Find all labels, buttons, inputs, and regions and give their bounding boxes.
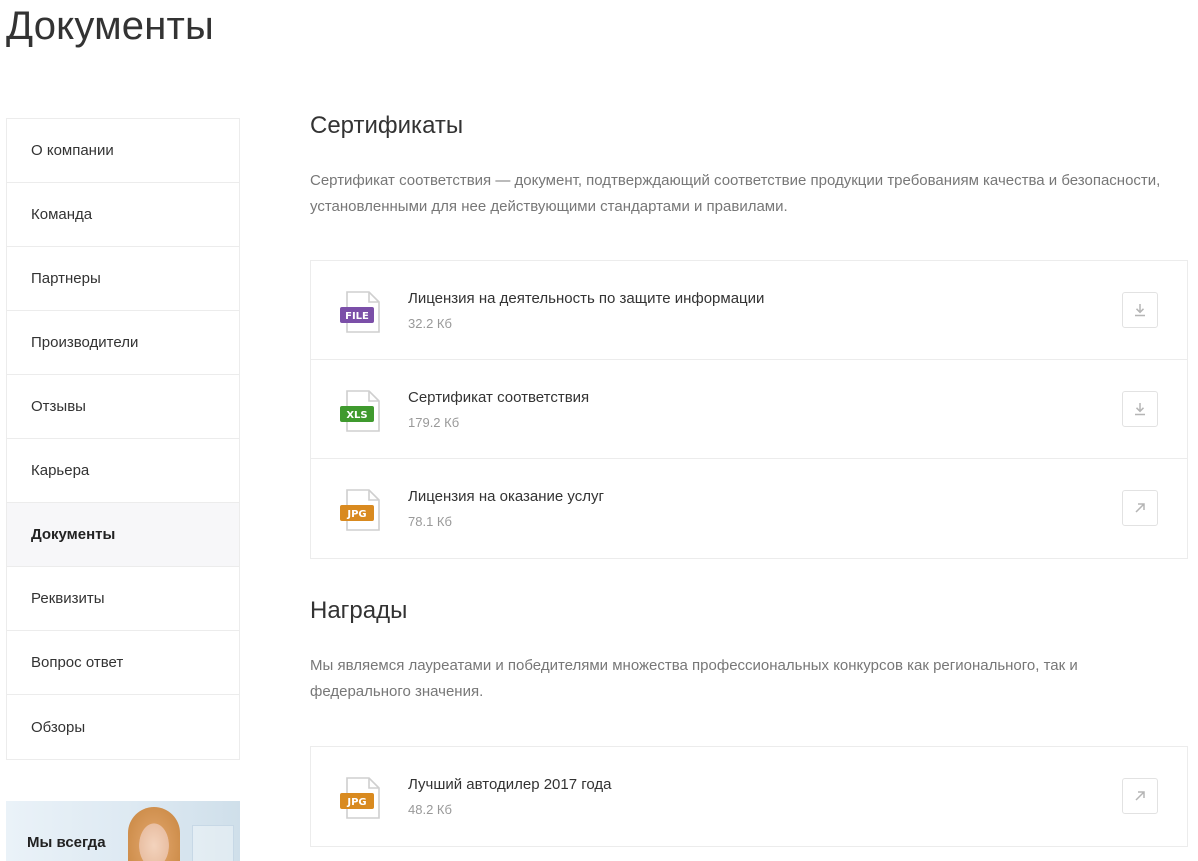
- sidebar-item-career[interactable]: Карьера: [7, 439, 239, 503]
- sidebar-menu: О компании Команда Партнеры Производител…: [6, 118, 240, 760]
- sidebar-item-requisites[interactable]: Реквизиты: [7, 567, 239, 631]
- open-link-button[interactable]: [1122, 778, 1158, 814]
- promo-person-image: [128, 807, 180, 861]
- sidebar-item-label: Команда: [31, 206, 93, 223]
- document-row: XLS Сертификат соответствия 179.2 Кб: [311, 360, 1187, 459]
- section-title-certificates: Сертификаты: [310, 112, 464, 139]
- section-description-awards: Мы являемся лауреатами и победителями мн…: [310, 657, 1078, 700]
- sidebar-item-manufacturers[interactable]: Производители: [7, 311, 239, 375]
- document-size: 32.2 Кб: [408, 316, 452, 331]
- promo-banner[interactable]: Мы всегда: [6, 801, 240, 861]
- sidebar-item-label: Документы: [31, 526, 116, 543]
- document-name[interactable]: Лицензия на деятельность по защите инфор…: [408, 290, 764, 307]
- sidebar-item-about[interactable]: О компании: [7, 119, 239, 183]
- external-link-icon: [1135, 791, 1145, 801]
- file-type-icon: JPG: [340, 777, 380, 819]
- sidebar-item-label: Отзывы: [31, 398, 86, 415]
- file-type-icon: FILE: [340, 291, 380, 333]
- document-size: 179.2 Кб: [408, 415, 460, 430]
- document-name[interactable]: Лицензия на оказание услуг: [408, 488, 604, 505]
- document-size: 78.1 Кб: [408, 514, 452, 529]
- document-list-certificates: FILE Лицензия на деятельность по защите …: [310, 260, 1188, 559]
- file-type-icon: JPG: [340, 489, 380, 531]
- document-name[interactable]: Сертификат соответствия: [408, 389, 589, 406]
- svg-text:JPG: JPG: [346, 797, 366, 808]
- document-row: JPG Лицензия на оказание услуг 78.1 Кб: [311, 459, 1187, 558]
- sidebar-item-faq[interactable]: Вопрос ответ: [7, 631, 239, 695]
- download-icon: [1135, 304, 1145, 317]
- sidebar-item-label: Обзоры: [31, 718, 86, 736]
- document-name[interactable]: Лучший автодилер 2017 года: [408, 776, 612, 793]
- external-link-icon: [1135, 503, 1145, 513]
- sidebar-item-documents[interactable]: Документы: [7, 503, 239, 567]
- download-button[interactable]: [1122, 391, 1158, 427]
- document-row: FILE Лицензия на деятельность по защите …: [311, 261, 1187, 360]
- svg-text:JPG: JPG: [346, 509, 366, 520]
- sidebar-item-label: О компании: [31, 142, 114, 159]
- download-button[interactable]: [1122, 292, 1158, 328]
- svg-text:FILE: FILE: [345, 311, 369, 322]
- page-title: Документы: [6, 4, 214, 48]
- sidebar-item-partners[interactable]: Партнеры: [7, 247, 239, 311]
- document-size: 48.2 Кб: [408, 802, 452, 817]
- section-description-certificates: Сертификат соответствия — документ, подт…: [310, 172, 1161, 215]
- sidebar-item-label: Карьера: [31, 462, 90, 479]
- file-type-icon: XLS: [340, 390, 380, 432]
- sidebar-item-label: Реквизиты: [31, 590, 105, 607]
- sidebar-item-team[interactable]: Команда: [7, 183, 239, 247]
- download-icon: [1135, 403, 1145, 416]
- promo-text: Мы всегда: [27, 834, 106, 851]
- promo-decoration: [192, 825, 234, 861]
- sidebar-item-overviews[interactable]: Обзоры: [7, 695, 239, 759]
- document-list-awards: JPG Лучший автодилер 2017 года 48.2 Кб: [310, 746, 1188, 847]
- sidebar-item-label: Производители: [31, 334, 139, 351]
- sidebar-item-label: Партнеры: [31, 270, 101, 287]
- document-row: JPG Лучший автодилер 2017 года 48.2 Кб: [311, 747, 1187, 846]
- sidebar-item-label: Вопрос ответ: [31, 654, 124, 671]
- sidebar-item-reviews[interactable]: Отзывы: [7, 375, 239, 439]
- svg-text:XLS: XLS: [346, 410, 367, 421]
- section-title-awards: Награды: [310, 597, 408, 624]
- open-link-button[interactable]: [1122, 490, 1158, 526]
